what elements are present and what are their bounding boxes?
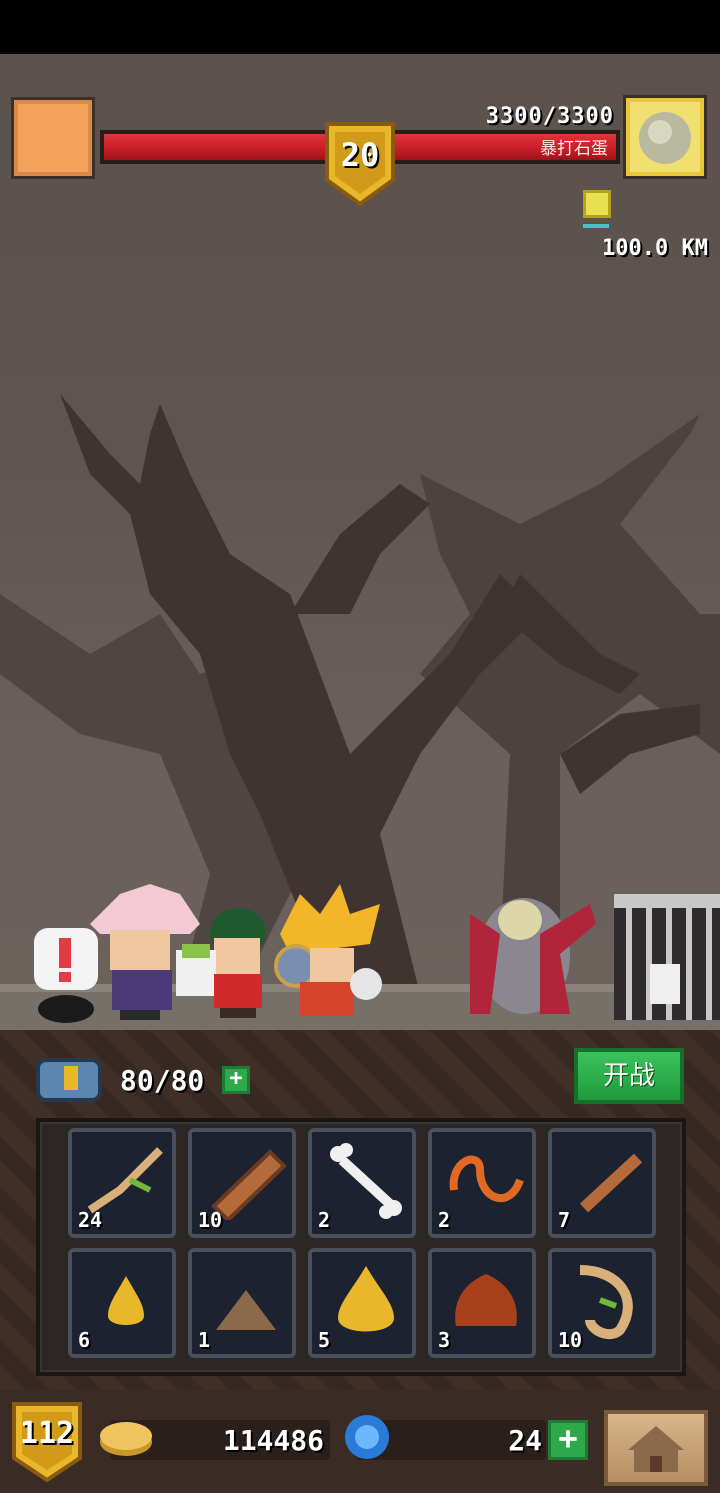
inventory-slot[interactable]: 5 xyxy=(308,1248,416,1358)
item-qty: 2 xyxy=(438,1208,451,1232)
gem-amount: 24 xyxy=(508,1424,542,1457)
buff-timer-bar xyxy=(583,224,609,228)
player-level-text: 112 xyxy=(19,1416,75,1451)
stage-level-text: 20 xyxy=(340,136,380,174)
inventory-slot[interactable]: 10 xyxy=(548,1248,656,1358)
distance-text: 100.0 KM xyxy=(602,236,708,261)
inventory-slot[interactable]: 10 xyxy=(188,1128,296,1238)
coin-amount: 114486 xyxy=(222,1424,324,1457)
gem-icon xyxy=(342,1412,392,1462)
inventory-slot[interactable]: 2 xyxy=(308,1128,416,1238)
inventory-slot[interactable]: 6 xyxy=(68,1248,176,1358)
player-portrait[interactable] xyxy=(14,100,92,176)
bag-capacity: 80/80 xyxy=(120,1064,205,1097)
inventory-slot[interactable]: 2 xyxy=(428,1128,536,1238)
sword-buff-icon[interactable] xyxy=(583,190,611,218)
status-bar xyxy=(0,0,720,54)
item-qty: 3 xyxy=(438,1328,451,1352)
enemy-hp-text: 3300/3300 xyxy=(485,104,614,129)
inventory-slot[interactable]: 3 xyxy=(428,1248,536,1358)
home-button[interactable] xyxy=(604,1410,708,1486)
coin-icon xyxy=(98,1418,154,1458)
alert-bubble-icon[interactable] xyxy=(34,928,98,1023)
inventory-slot[interactable]: 24 xyxy=(68,1128,176,1238)
item-qty: 6 xyxy=(78,1328,91,1352)
item-qty: 7 xyxy=(558,1208,571,1232)
start-battle-button[interactable]: 开战 xyxy=(574,1048,684,1104)
worm-icon xyxy=(449,1155,524,1203)
item-qty: 10 xyxy=(198,1208,223,1232)
caged-prisoner[interactable] xyxy=(614,894,720,1020)
item-qty: 1 xyxy=(198,1328,211,1352)
inventory-slot[interactable]: 1 xyxy=(188,1248,296,1358)
enemy-portrait[interactable] xyxy=(626,98,704,176)
add-gems-button[interactable]: + xyxy=(548,1420,588,1460)
bone-icon xyxy=(330,1143,402,1219)
stick-icon xyxy=(579,1153,643,1213)
resin-drop-icon xyxy=(338,1266,394,1332)
expand-bag-button[interactable]: + xyxy=(222,1066,250,1094)
player-level-badge[interactable]: 112 xyxy=(10,1400,84,1484)
item-qty: 10 xyxy=(558,1328,583,1352)
inventory-grid: 24 10 2 2 7 6 1 5 3 10 xyxy=(36,1118,686,1376)
home-icon xyxy=(628,1426,684,1472)
chestnut-icon xyxy=(455,1274,517,1326)
item-qty: 5 xyxy=(318,1328,331,1352)
inventory-slot[interactable]: 7 xyxy=(548,1128,656,1238)
item-qty: 2 xyxy=(318,1208,331,1232)
dirt-pile-icon xyxy=(216,1290,276,1330)
small-resin-drop-icon xyxy=(108,1276,144,1325)
item-qty: 24 xyxy=(78,1208,103,1232)
enemy-name: 暴打石蛋 xyxy=(540,139,608,159)
stone-egg-icon xyxy=(639,112,691,164)
stage-level-badge: 20 xyxy=(323,120,397,208)
backpack-icon[interactable] xyxy=(34,1052,104,1104)
